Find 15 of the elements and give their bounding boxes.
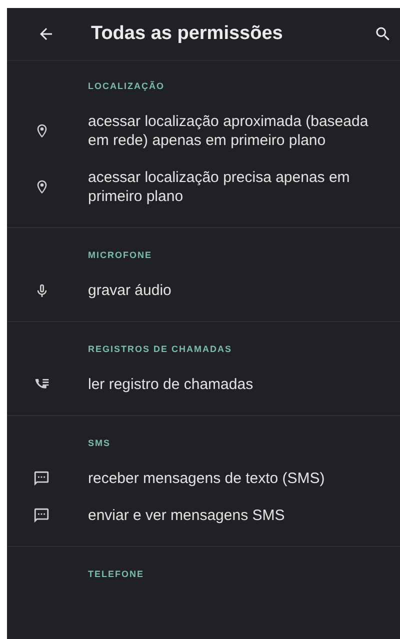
permission-label[interactable]: ler registro de chamadas (88, 375, 370, 394)
section-header: MICROFONE (88, 250, 153, 260)
permission-label[interactable]: acessar localização aproximada (baseada em rede) apenas em primeiro plano (88, 112, 370, 150)
permission-label[interactable]: gravar áudio (88, 281, 370, 300)
section-header: REGISTROS DE CHAMADAS (88, 344, 234, 354)
permission-label[interactable]: receber mensagens de texto (SMS) (88, 469, 370, 488)
message-icon (33, 470, 50, 487)
screen-title: Todas as permissões (91, 23, 284, 45)
permission-label[interactable]: enviar e ver mensagens SMS (88, 506, 370, 525)
permission-label[interactable]: acessar localização precisa apenas em primeiro plano (88, 168, 370, 206)
section-header: SMS (88, 438, 112, 448)
section-header: TELEFONE (88, 569, 146, 579)
message-icon (33, 507, 50, 524)
section-header: LOCALIZAÇÃO (88, 81, 166, 91)
search-icon[interactable] (374, 25, 392, 43)
